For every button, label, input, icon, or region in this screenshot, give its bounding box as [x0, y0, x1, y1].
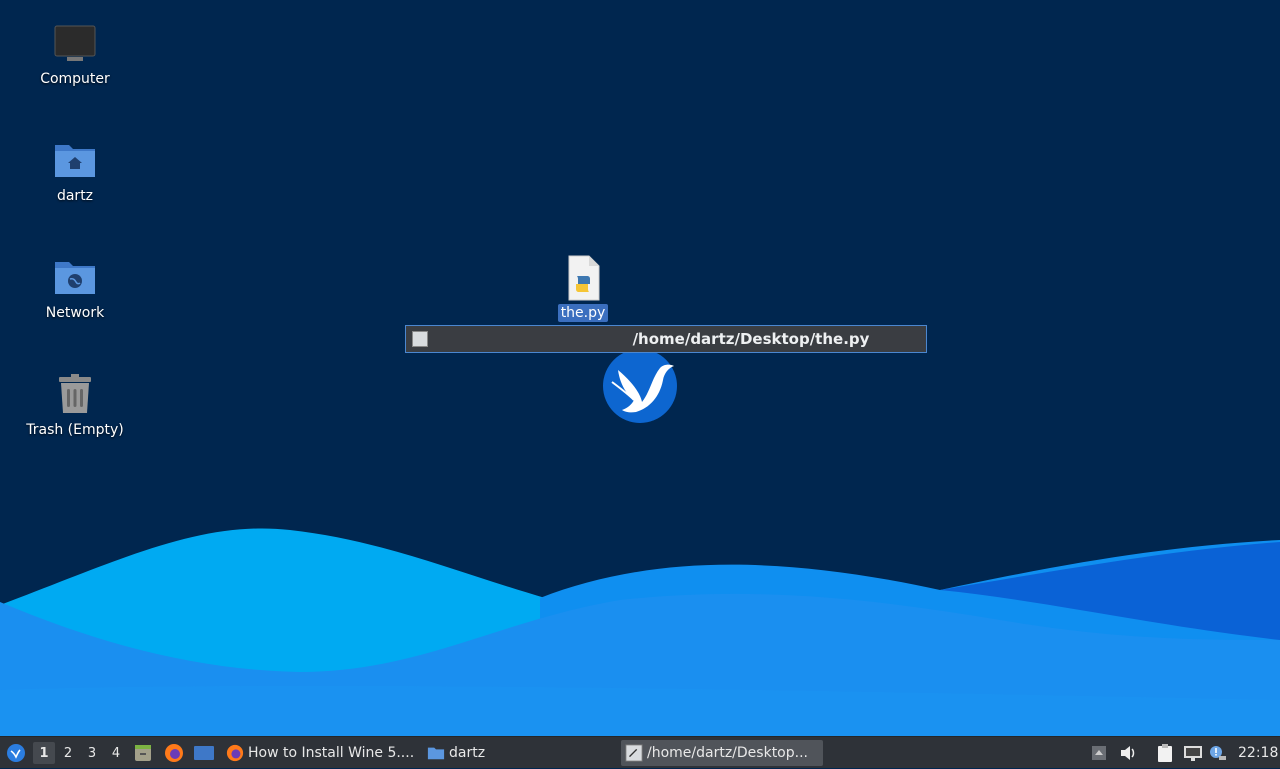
desktop-icon-label: Computer — [40, 71, 110, 87]
notification-button[interactable] — [1207, 737, 1227, 769]
firefox-launcher[interactable] — [164, 737, 184, 769]
desktop-icon-computer[interactable]: Computer — [15, 20, 135, 88]
desktop-icon-home-folder[interactable]: dartz — [15, 137, 135, 205]
distro-logo — [603, 349, 677, 423]
file-path-text: /home/dartz/Desktop/the.py — [632, 330, 870, 348]
firefox-icon — [165, 744, 183, 762]
network-status-button[interactable] — [1182, 737, 1204, 769]
distro-menu-icon — [7, 744, 25, 762]
desktop-wallpaper — [0, 0, 1280, 736]
taskbar: 1 2 3 4 How to Install Wine 5.... dartz — [0, 736, 1280, 768]
network-wired-icon — [1184, 746, 1202, 761]
workspace-4[interactable]: 4 — [105, 737, 127, 769]
terminal-icon — [625, 744, 643, 762]
desktop-icon-label: Trash (Empty) — [26, 422, 124, 438]
home-folder-icon — [55, 145, 95, 177]
volume-button[interactable] — [1118, 737, 1138, 769]
network-folder-icon — [55, 262, 95, 294]
task-label: dartz — [449, 745, 486, 761]
task-label: /home/dartz/Desktop... — [647, 745, 808, 761]
volume-icon — [1121, 746, 1135, 760]
show-desktop-button[interactable] — [193, 737, 215, 769]
desktop-icon-the-py[interactable]: the.py — [523, 254, 643, 322]
trash-icon — [59, 374, 91, 413]
tray-expand-button[interactable] — [1090, 737, 1108, 769]
desktop-icon-label: dartz — [56, 188, 94, 204]
task-label: How to Install Wine 5.... — [248, 745, 415, 761]
files-launcher[interactable] — [133, 737, 153, 769]
workspace-1[interactable]: 1 — [33, 742, 55, 764]
arrow-up-icon — [1092, 746, 1106, 760]
firefox-icon — [226, 744, 244, 762]
desktop-icon-label: Network — [45, 305, 105, 321]
start-menu-button[interactable] — [4, 737, 28, 769]
task-file-manager-window[interactable]: dartz — [423, 737, 621, 769]
desktop-icon-trash[interactable]: Trash (Empty) — [15, 371, 135, 439]
desktop-icon-label: the.py — [557, 304, 609, 322]
path-tooltip-bar: /home/dartz/Desktop/the.py — [405, 325, 927, 353]
clipboard-button[interactable] — [1155, 737, 1175, 769]
desktop-icon — [194, 746, 214, 760]
computer-icon — [54, 25, 96, 61]
clipboard-icon — [1158, 744, 1172, 762]
notification-icon — [1210, 746, 1226, 760]
workspace-2[interactable]: 2 — [57, 737, 79, 769]
file-cabinet-icon — [135, 745, 151, 761]
folder-icon — [427, 747, 445, 760]
task-terminal-window[interactable]: /home/dartz/Desktop... — [621, 740, 823, 766]
workspace-3[interactable]: 3 — [81, 737, 103, 769]
desktop-icon-network[interactable]: Network — [15, 254, 135, 322]
task-firefox-window[interactable]: How to Install Wine 5.... — [222, 737, 426, 769]
clock[interactable]: 22:18 — [1238, 737, 1278, 769]
python-file-icon — [568, 255, 600, 301]
